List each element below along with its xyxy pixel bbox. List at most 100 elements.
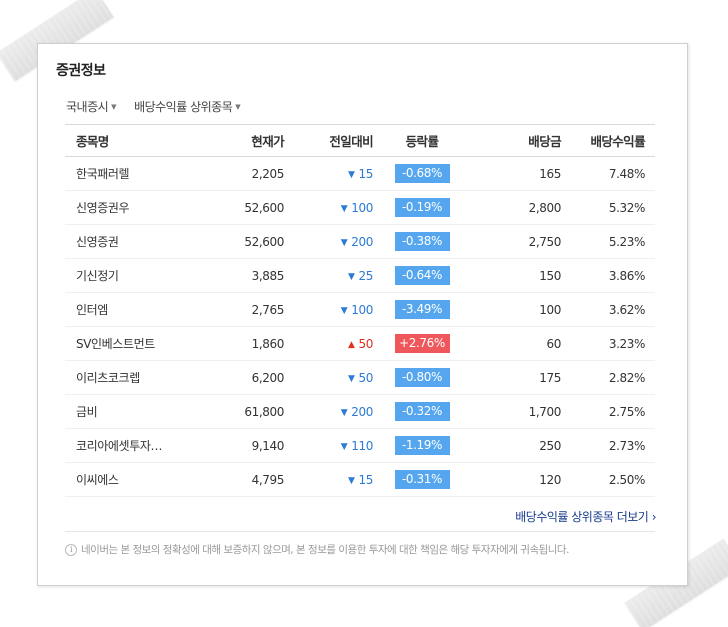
column-header-change: 전일대비	[329, 134, 373, 149]
current-price: 52,600	[244, 200, 284, 215]
change-rate-cell: -0.80%	[377, 361, 467, 395]
table-header-row: 종목명 현재가 전일대비 등락률 배당금 배당수익률	[65, 124, 655, 157]
info-icon: i	[65, 543, 77, 556]
dividend-yield: 3.62%	[608, 302, 646, 317]
stock-name-link[interactable]: 금비	[65, 395, 205, 429]
stock-name-link[interactable]: 코리아에셋투자…	[65, 429, 205, 463]
stock-name-link[interactable]: SV인베스트먼트	[65, 327, 205, 361]
table-row[interactable]: 코리아에셋투자… 9,140 ▼ 110 -1.19% 250 2.73%	[65, 429, 655, 463]
dividend-yield: 3.86%	[608, 268, 646, 283]
current-price: 2,765	[251, 302, 285, 317]
stock-name-link[interactable]: 신영증권	[65, 225, 205, 259]
price-change: ▼ 100	[284, 293, 377, 327]
price-change-value: 200	[351, 404, 373, 419]
dividend-amount: 250	[539, 438, 561, 453]
table-row[interactable]: 한국패러렐 2,205 ▼ 15 -0.68% 165 7.48%	[65, 157, 655, 191]
change-rate-cell: -0.32%	[377, 395, 467, 429]
chevron-right-icon: ›	[651, 510, 657, 524]
column-header-yield: 배당수익률	[590, 134, 645, 149]
stock-name-link[interactable]: 한국패러렐	[65, 157, 205, 191]
stock-name-link[interactable]: 인터엠	[65, 293, 205, 327]
caret-down-icon: ▼	[111, 102, 117, 111]
price-change: ▼ 15	[284, 157, 377, 191]
change-rate-badge: -0.38%	[394, 232, 450, 251]
dividend-amount: 2,750	[528, 234, 562, 249]
current-price: 1,860	[251, 336, 285, 351]
screenshot-stage: 증권정보 국내증시 ▼ 배당수익률 상위종목 ▼ 종목명 현재가 전일대비 등락…	[0, 0, 728, 627]
change-rate-cell: +2.76%	[377, 327, 467, 361]
current-price: 4,795	[251, 472, 285, 487]
stock-name-link[interactable]: 신영증권우	[65, 191, 205, 225]
triangle-down-icon: ▼	[340, 305, 348, 316]
price-change: ▼ 200	[284, 225, 377, 259]
dividend-amount: 165	[539, 166, 561, 181]
market-filter-label: 국내증시	[66, 100, 109, 114]
table-row[interactable]: 금비 61,800 ▼ 200 -0.32% 1,700 2.75%	[65, 395, 655, 429]
triangle-down-icon: ▼	[347, 271, 355, 282]
change-rate-cell: -0.31%	[377, 463, 467, 497]
more-link-label: 배당수익률 상위종목 더보기	[515, 510, 649, 524]
change-rate-cell: -0.64%	[377, 259, 467, 293]
ranking-filter-label: 배당수익률 상위종목	[134, 100, 233, 114]
price-change-value: 50	[358, 336, 374, 351]
table-row[interactable]: 신영증권 52,600 ▼ 200 -0.38% 2,750 5.23%	[65, 225, 655, 259]
dividend-amount: 1,700	[528, 404, 562, 419]
change-rate-badge: -0.68%	[394, 164, 450, 183]
dividend-yield: 2.82%	[608, 370, 646, 385]
price-change: ▼ 100	[284, 191, 377, 225]
change-rate-badge: -0.32%	[394, 402, 450, 421]
table-row[interactable]: SV인베스트먼트 1,860 ▲ 50 +2.76% 60 3.23%	[65, 327, 655, 361]
current-price: 61,800	[244, 404, 284, 419]
triangle-down-icon: ▼	[347, 475, 355, 486]
current-price: 3,885	[251, 268, 285, 283]
triangle-down-icon: ▼	[340, 407, 348, 418]
current-price: 52,600	[244, 234, 284, 249]
dividend-yield: 5.32%	[608, 200, 646, 215]
table-row[interactable]: 기신정기 3,885 ▼ 25 -0.64% 150 3.86%	[65, 259, 655, 293]
price-change-value: 100	[351, 302, 373, 317]
change-rate-cell: -3.49%	[377, 293, 467, 327]
triangle-down-icon: ▼	[340, 203, 348, 214]
price-change: ▼ 15	[284, 463, 377, 497]
stock-name-link[interactable]: 기신정기	[65, 259, 205, 293]
price-change: ▲ 50	[284, 327, 377, 361]
price-change-value: 50	[358, 370, 374, 385]
table-row[interactable]: 이씨에스 4,795 ▼ 15 -0.31% 120 2.50%	[65, 463, 655, 497]
column-header-dividend: 배당금	[528, 134, 561, 149]
market-filter-dropdown[interactable]: 국내증시 ▼	[66, 98, 117, 115]
change-rate-badge: -0.19%	[394, 198, 450, 217]
price-change: ▼ 200	[284, 395, 377, 429]
ranking-filter-dropdown[interactable]: 배당수익률 상위종목 ▼	[134, 98, 241, 115]
more-dividend-stocks-link[interactable]: 배당수익률 상위종목 더보기 ›	[515, 508, 656, 525]
change-rate-cell: -0.19%	[377, 191, 467, 225]
dividend-amount: 2,800	[528, 200, 562, 215]
change-rate-cell: -1.19%	[377, 429, 467, 463]
triangle-down-icon: ▼	[347, 373, 355, 384]
dividend-yield: 2.75%	[608, 404, 646, 419]
stock-name-link[interactable]: 이리츠코크렙	[65, 361, 205, 395]
current-price: 2,205	[251, 166, 285, 181]
dividend-yield: 2.73%	[608, 438, 646, 453]
price-change-value: 100	[351, 200, 373, 215]
dividend-yield: 3.23%	[608, 336, 646, 351]
table-row[interactable]: 이리츠코크렙 6,200 ▼ 50 -0.80% 175 2.82%	[65, 361, 655, 395]
change-rate-cell: -0.68%	[377, 157, 467, 191]
price-change-value: 200	[351, 234, 373, 249]
change-rate-cell: -0.38%	[377, 225, 467, 259]
change-rate-badge: -1.19%	[394, 436, 450, 455]
dividend-amount: 60	[546, 336, 562, 351]
price-change-value: 25	[358, 268, 374, 283]
price-change-value: 15	[358, 472, 374, 487]
column-header-rate: 등락률	[405, 134, 439, 149]
price-change: ▼ 25	[284, 259, 377, 293]
dividend-amount: 120	[539, 472, 561, 487]
current-price: 6,200	[251, 370, 285, 385]
dividend-amount: 150	[539, 268, 561, 283]
stock-name-link[interactable]: 이씨에스	[65, 463, 205, 497]
table-row[interactable]: 인터엠 2,765 ▼ 100 -3.49% 100 3.62%	[65, 293, 655, 327]
change-rate-badge: -0.80%	[394, 368, 450, 387]
dividend-yield: 5.23%	[608, 234, 646, 249]
column-header-price: 현재가	[251, 134, 284, 149]
table-row[interactable]: 신영증권우 52,600 ▼ 100 -0.19% 2,800 5.32%	[65, 191, 655, 225]
table-body: 한국패러렐 2,205 ▼ 15 -0.68% 165 7.48% 신영증권우 52,600 ▼ 1…	[65, 157, 655, 497]
